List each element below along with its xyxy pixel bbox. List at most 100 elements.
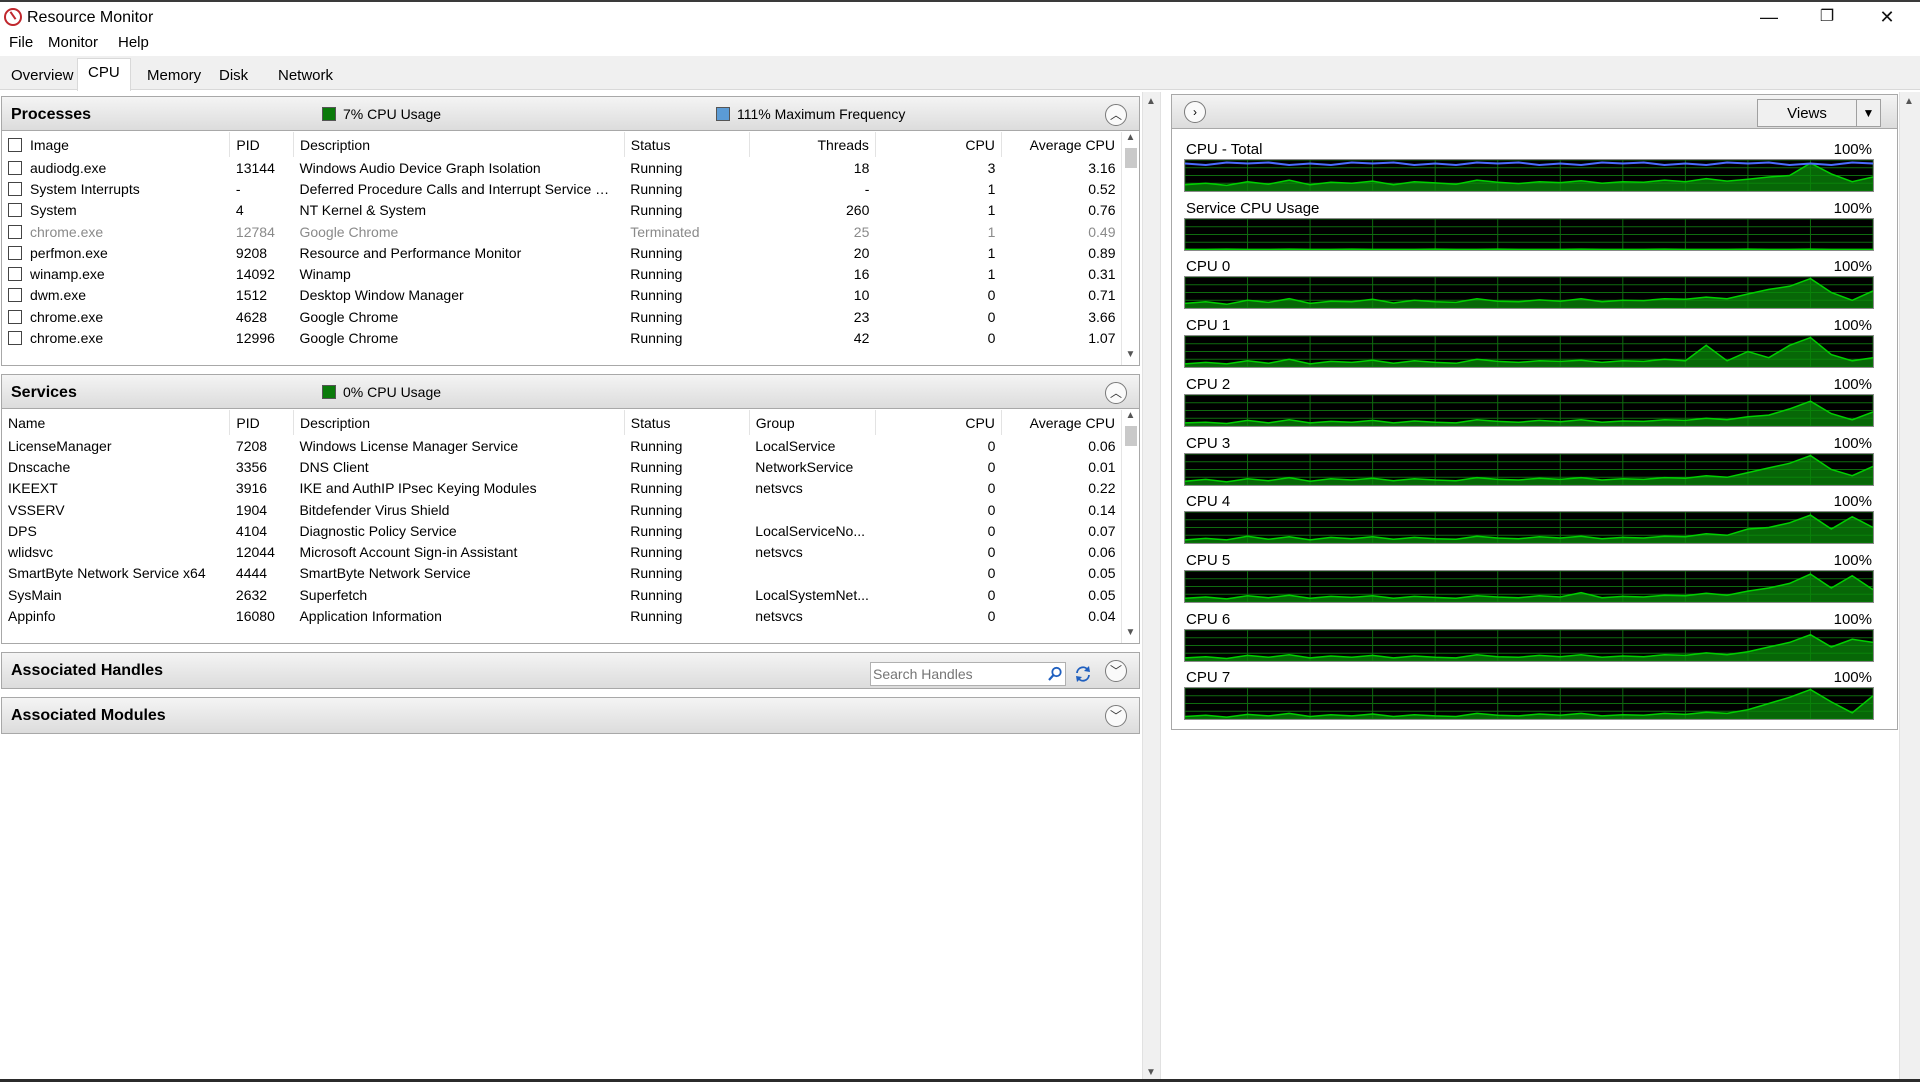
tab-overview[interactable]: Overview (1, 63, 84, 90)
column-header-pid[interactable]: PID (229, 410, 294, 435)
process-row[interactable]: winamp.exe 14092 Winamp Running 16 1 0.31 (2, 263, 1122, 284)
minimize-button[interactable]: — (1740, 2, 1798, 34)
graph-label: CPU 3 (1186, 434, 1231, 452)
column-header-group[interactable]: Group (749, 410, 876, 435)
tab-disk[interactable]: Disk (209, 63, 258, 90)
process-checkbox[interactable] (8, 309, 22, 324)
services-header[interactable]: Services 0% CPU Usage ︿ (2, 375, 1139, 409)
process-checkbox[interactable] (8, 224, 22, 239)
service-row[interactable]: SmartByte Network Service x64 4444 SmartBy… (2, 563, 1122, 584)
column-header-cpu[interactable]: CPU (875, 410, 1002, 435)
process-row[interactable]: System Interrupts - Deferred Procedure Cal… (2, 178, 1122, 199)
tab-cpu[interactable]: CPU (77, 58, 131, 91)
processes-header[interactable]: Processes 7% CPU Usage 111% Maximum Freq… (2, 97, 1139, 131)
scroll-up-icon[interactable]: ▲ (1122, 132, 1139, 148)
cpu-graph: CPU 0 100% (1184, 258, 1874, 316)
views-dropdown[interactable]: Views ▼ (1757, 99, 1881, 127)
services-cpu-legend-box (322, 385, 336, 399)
collapse-processes-button[interactable]: ︿ (1105, 104, 1127, 126)
service-cpu: 0 (987, 437, 996, 454)
process-average-cpu: 0.49 (1088, 223, 1116, 240)
collapse-graph-pane-button[interactable]: › (1184, 101, 1206, 123)
processes-scrollbar[interactable]: ▲ ▼ (1121, 132, 1139, 365)
search-handles-input[interactable] (873, 664, 1033, 684)
process-pid: 4628 (235, 308, 268, 325)
column-header-cpu[interactable]: CPU (875, 132, 1002, 157)
select-all-checkbox[interactable] (8, 137, 22, 152)
expand-modules-button[interactable]: ﹀ (1105, 705, 1127, 727)
column-header-average-cpu[interactable]: Average CPU (1001, 132, 1123, 157)
process-row[interactable]: chrome.exe 12784 Google Chrome Terminated 25… (2, 221, 1122, 242)
graphs-pane: › Views ▼ CPU - Total 100% Service CPU Usa… (1161, 92, 1899, 1082)
scroll-thumb[interactable] (1125, 426, 1137, 446)
process-checkbox[interactable] (8, 331, 22, 346)
associated-modules-header[interactable]: Associated Modules ﹀ (2, 698, 1139, 733)
services-panel: Services 0% CPU Usage ︿ Name PID Descrip… (1, 374, 1140, 644)
process-average-cpu: 3.16 (1088, 159, 1116, 176)
graph-canvas (1184, 393, 1874, 427)
scroll-down-icon[interactable]: ▼ (1122, 627, 1139, 643)
process-row[interactable]: audiodg.exe 13144 Windows Audio Device Gra… (2, 157, 1122, 178)
scroll-down-icon[interactable]: ▼ (1146, 1067, 1156, 1078)
graphs-scrollbar[interactable]: ▲ (1899, 92, 1920, 1082)
service-average-cpu: 0.06 (1088, 544, 1116, 561)
service-row[interactable]: VSSERV 1904 Bitdefender Virus Shield Runnin… (2, 499, 1122, 520)
process-row[interactable]: chrome.exe 12996 Google Chrome Running 42 0 1.… (2, 327, 1122, 348)
chevron-down-icon[interactable]: ▼ (1856, 100, 1880, 126)
collapse-services-button[interactable]: ︿ (1105, 382, 1127, 404)
process-checkbox[interactable] (8, 288, 22, 303)
scroll-down-icon[interactable]: ▼ (1122, 349, 1139, 365)
tab-memory[interactable]: Memory (137, 63, 211, 90)
column-header-average-cpu[interactable]: Average CPU (1001, 410, 1123, 435)
service-status: Running (630, 437, 683, 454)
service-name: VSSERV (8, 501, 65, 518)
process-row[interactable]: System 4 NT Kernel & System Running 260 1 0.76 (2, 200, 1122, 221)
column-header-pid[interactable]: PID (229, 132, 294, 157)
tab-network[interactable]: Network (268, 63, 343, 90)
scroll-up-icon[interactable]: ▲ (1122, 410, 1139, 426)
scroll-up-icon[interactable]: ▲ (1904, 96, 1914, 107)
process-row[interactable]: perfmon.exe 9208 Resource and Performance … (2, 242, 1122, 263)
process-row[interactable]: chrome.exe 4628 Google Chrome Running 23 0 3.6… (2, 306, 1122, 327)
process-row[interactable]: dwm.exe 1512 Desktop Window Manager Running… (2, 285, 1122, 306)
column-header-name[interactable]: Name (2, 410, 231, 435)
service-status: Running (630, 522, 683, 539)
expand-handles-button[interactable]: ﹀ (1105, 660, 1127, 682)
column-header-threads[interactable]: Threads (749, 132, 876, 157)
process-status: Running (630, 287, 683, 304)
menu-file[interactable]: File (9, 34, 33, 51)
left-pane-scrollbar[interactable]: ▲ ▼ (1142, 92, 1161, 1082)
title-bar: Resource Monitor — ❐ ✕ (0, 0, 1920, 32)
column-header-description[interactable]: Description (293, 410, 625, 435)
process-checkbox[interactable] (8, 181, 22, 196)
process-checkbox[interactable] (8, 160, 22, 175)
column-header-status[interactable]: Status (624, 132, 750, 157)
restore-button[interactable]: ❐ (1798, 2, 1856, 34)
service-row[interactable]: wlidsvc 12044 Microsoft Account Sign-in As… (2, 541, 1122, 562)
services-scrollbar[interactable]: ▲ ▼ (1121, 410, 1139, 643)
column-header-description[interactable]: Description (293, 132, 625, 157)
service-row[interactable]: IKEEXT 3916 IKE and AuthIP IPsec Keying Mo… (2, 478, 1122, 499)
column-header-status[interactable]: Status (624, 410, 750, 435)
process-checkbox[interactable] (8, 267, 22, 282)
service-row[interactable]: SysMain 2632 Superfetch Running LocalSystemN… (2, 584, 1122, 605)
process-threads: 10 (853, 287, 870, 304)
service-row[interactable]: Dnscache 3356 DNS Client Running NetworkServ… (2, 456, 1122, 477)
close-button[interactable]: ✕ (1858, 2, 1916, 34)
scroll-up-icon[interactable]: ▲ (1146, 96, 1156, 107)
scroll-thumb[interactable] (1125, 148, 1137, 168)
service-row[interactable]: DPS 4104 Diagnostic Policy Service Running L… (2, 520, 1122, 541)
service-row[interactable]: LicenseManager 7208 Windows License Manage… (2, 435, 1122, 456)
services-table: Name PID Description Status Group CPU Av… (2, 410, 1123, 627)
refresh-icon[interactable] (1074, 665, 1092, 683)
process-checkbox[interactable] (8, 203, 22, 218)
search-icon[interactable] (1047, 666, 1063, 682)
menu-monitor[interactable]: Monitor (48, 34, 98, 51)
service-cpu: 0 (987, 501, 996, 518)
column-header-image[interactable]: Image (2, 132, 231, 157)
associated-handles-header[interactable]: Associated Handles ﹀ (2, 653, 1139, 688)
service-row[interactable]: Appinfo 16080 Application Information Runni… (2, 605, 1122, 626)
process-description: Windows Audio Device Graph Isolation (299, 159, 541, 176)
menu-help[interactable]: Help (118, 34, 149, 51)
process-checkbox[interactable] (8, 245, 22, 260)
